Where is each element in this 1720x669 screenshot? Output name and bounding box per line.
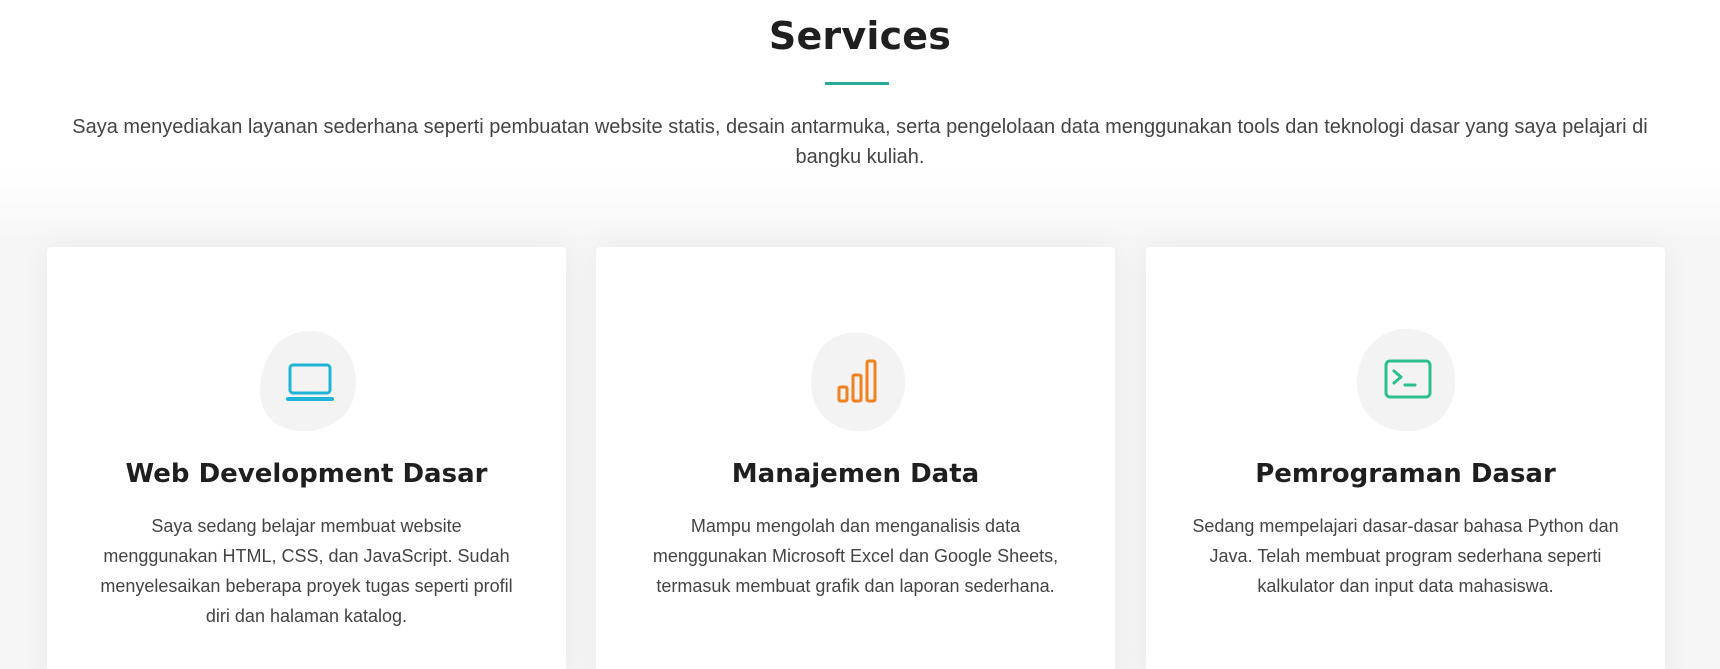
service-description: Sedang mempelajari dasar-dasar bahasa Py…: [1192, 516, 1619, 596]
icon-blob: [1351, 327, 1461, 437]
bar-chart-icon: [837, 359, 876, 403]
service-title: Pemrograman Dasar: [1255, 459, 1556, 489]
service-description: Mampu mengolah dan menganalisis data men…: [652, 516, 1059, 596]
service-card-web-development: Web Development Dasar Saya sedang belaja…: [47, 247, 566, 669]
section-title: Services: [768, 14, 952, 58]
laptop-icon: [285, 363, 334, 401]
icon-blob: [252, 327, 362, 437]
service-card-data-management: Manajemen Data Mampu mengolah dan mengan…: [596, 247, 1115, 669]
terminal-icon: [1384, 359, 1431, 399]
title-underline: [825, 82, 889, 85]
service-card-programming: Pemrograman Dasar Sedang mempelajari das…: [1146, 247, 1665, 669]
service-description: Saya sedang belajar membuat website meng…: [100, 516, 513, 626]
section-intro: Saya menyediakan layanan sederhana seper…: [72, 116, 1648, 168]
services-section: Services Saya menyediakan layanan sederh…: [0, 0, 1720, 669]
service-title: Manajemen Data: [731, 459, 980, 489]
service-title: Web Development Dasar: [125, 459, 488, 489]
icon-blob: [801, 327, 911, 437]
